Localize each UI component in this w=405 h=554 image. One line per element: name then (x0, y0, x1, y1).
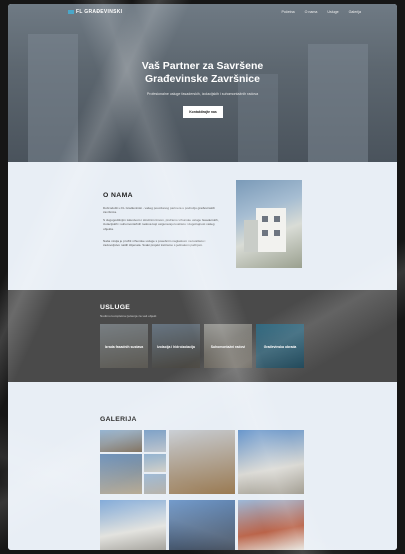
about-heading: O NAMA (103, 192, 133, 199)
hero-building (28, 34, 78, 162)
hero-section: FL GRAĐEVINSKI Početna O nama Usluge Gal… (8, 4, 397, 162)
service-card-label: Izolacija i hidroizolacija (157, 345, 195, 349)
service-card[interactable]: Suhomontažni radovi (204, 324, 252, 368)
gallery-image[interactable] (100, 454, 142, 494)
about-paragraph: S dugogodišnjim iskustvom i stručnim tim… (103, 218, 219, 231)
service-cards: Izrada fasadnih sustava Izolacija i hidr… (100, 324, 304, 368)
hero-building (238, 74, 278, 162)
service-card[interactable]: Izolacija i hidroizolacija (152, 324, 200, 368)
top-navigation: FL GRAĐEVINSKI Početna O nama Usluge Gal… (8, 4, 397, 22)
service-card-label: Suhomontažni radovi (210, 345, 246, 349)
nav-link-services[interactable]: Usluge (327, 10, 338, 14)
gallery-image[interactable] (100, 430, 142, 452)
building-wall (256, 208, 286, 252)
about-building-image (236, 180, 302, 268)
about-paragraph: Dobrodošli u FL Građevinski - vašeg pouz… (103, 206, 216, 215)
logo-text: FL GRAĐEVINSKI (76, 9, 123, 15)
services-heading: USLUGE (100, 304, 131, 311)
service-card-label: Izrada fasadnih sustava (104, 345, 144, 349)
service-card-label: Građevinska obrada (263, 345, 297, 349)
gallery-image[interactable] (169, 430, 235, 494)
hero-title-line1: Vaš Partner za Savršene (141, 60, 264, 72)
gallery-heading: GALERIJA (100, 416, 137, 423)
gallery-image[interactable] (144, 430, 166, 452)
nav-link-about[interactable]: O nama (305, 10, 318, 14)
building-window (262, 216, 268, 222)
gallery-section: GALERIJA (8, 382, 397, 550)
gallery-image[interactable] (238, 430, 304, 494)
nav-link-home[interactable]: Početna (281, 10, 294, 14)
gallery-image[interactable] (238, 500, 304, 550)
building-window (274, 216, 280, 222)
service-card[interactable]: Izrada fasadnih sustava (100, 324, 148, 368)
hero-title-line2: Građevinske Završnice (145, 73, 260, 85)
about-section: O NAMA Dobrodošli u FL Građevinski - vaš… (8, 162, 397, 290)
gallery-image[interactable] (169, 500, 235, 550)
gallery-image[interactable] (100, 500, 166, 550)
nav-link-gallery[interactable]: Galerija (349, 10, 361, 14)
nav-links: Početna O nama Usluge Galerija (281, 10, 361, 14)
services-section: USLUGE Nudimo kompletna rješenja za vaš … (8, 290, 397, 382)
about-paragraph: Naša misija je pružiti vrhunske usluge s… (103, 239, 206, 248)
site-logo[interactable]: FL GRAĐEVINSKI (68, 9, 122, 15)
contact-button[interactable]: Kontaktirajte nas (183, 106, 223, 118)
logo-icon (68, 9, 74, 14)
hero-subtitle: Profesionalne usluge fasaderskih, izolac… (146, 92, 259, 96)
building-wall (244, 220, 258, 252)
building-window (262, 230, 268, 236)
website-page: FL GRAĐEVINSKI Početna O nama Usluge Gal… (8, 4, 397, 550)
service-card[interactable]: Građevinska obrada (256, 324, 304, 368)
gallery-image[interactable] (144, 454, 166, 472)
gallery-image[interactable] (144, 474, 166, 494)
building-window (274, 230, 280, 236)
hero-title: Vaš Partner za Savršene Građevinske Zavr… (8, 60, 397, 86)
services-subtitle: Nudimo kompletna rješenja za vaš objekt (100, 314, 157, 318)
